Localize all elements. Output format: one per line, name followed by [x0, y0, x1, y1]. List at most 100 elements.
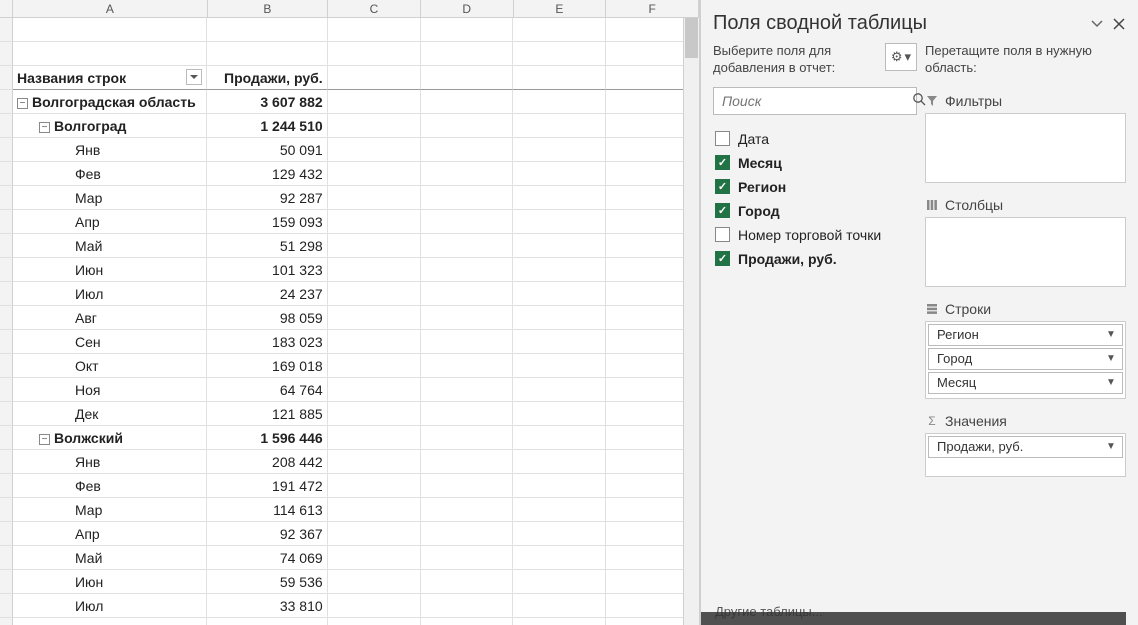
cell[interactable] [328, 474, 421, 498]
cell[interactable] [513, 18, 606, 42]
cell[interactable]: Фев [13, 474, 207, 498]
cell[interactable] [421, 474, 514, 498]
cell[interactable]: −Волгоград [13, 114, 207, 138]
field-checkbox[interactable] [715, 203, 730, 218]
cell[interactable] [328, 42, 421, 66]
cell[interactable]: Июл [13, 282, 207, 306]
cell[interactable]: Апр [13, 210, 207, 234]
field-item[interactable]: Город [713, 199, 917, 223]
cell[interactable] [513, 426, 606, 450]
vertical-scrollbar[interactable] [683, 18, 699, 625]
chevron-down-icon[interactable]: ▼ [1104, 329, 1118, 340]
cell[interactable] [421, 306, 514, 330]
cell[interactable] [328, 330, 421, 354]
cell[interactable] [513, 618, 606, 625]
cell[interactable]: 50 091 [207, 138, 327, 162]
cell[interactable]: Май [13, 546, 207, 570]
cell[interactable] [421, 498, 514, 522]
cell[interactable] [513, 378, 606, 402]
cell[interactable] [513, 186, 606, 210]
cell[interactable]: 183 023 [207, 330, 327, 354]
field-checkbox[interactable] [715, 227, 730, 242]
cell[interactable] [207, 18, 327, 42]
cell[interactable] [421, 546, 514, 570]
column-header[interactable]: B [208, 0, 329, 18]
cell[interactable]: 1 596 446 [207, 426, 327, 450]
cell[interactable] [421, 426, 514, 450]
cell[interactable]: Апр [13, 522, 207, 546]
cell[interactable] [328, 450, 421, 474]
cell[interactable] [513, 66, 606, 90]
cell[interactable]: 74 069 [207, 546, 327, 570]
row-header[interactable] [0, 522, 13, 546]
cell[interactable] [328, 426, 421, 450]
cell[interactable]: 208 442 [207, 450, 327, 474]
cell[interactable] [328, 258, 421, 282]
field-pill[interactable]: Город▼ [928, 348, 1123, 370]
cell[interactable] [513, 42, 606, 66]
column-header[interactable]: A [13, 0, 208, 18]
cell[interactable] [421, 186, 514, 210]
cell[interactable]: 114 613 [207, 498, 327, 522]
cell[interactable] [328, 402, 421, 426]
cell[interactable] [421, 450, 514, 474]
cell[interactable]: 159 093 [207, 210, 327, 234]
cell[interactable]: Авг [13, 306, 207, 330]
collapse-button[interactable] [1086, 13, 1108, 35]
field-item[interactable]: Регион [713, 175, 917, 199]
cell[interactable]: 121 885 [207, 402, 327, 426]
cell[interactable] [421, 114, 514, 138]
cell[interactable]: −Волжский [13, 426, 207, 450]
row-header[interactable] [0, 426, 13, 450]
cell[interactable] [421, 354, 514, 378]
cell[interactable] [421, 618, 514, 625]
cell[interactable] [328, 210, 421, 234]
cell[interactable] [328, 90, 421, 114]
cell[interactable] [513, 258, 606, 282]
cell[interactable] [513, 450, 606, 474]
cell[interactable] [421, 594, 514, 618]
cell[interactable]: 98 059 [207, 306, 327, 330]
cell[interactable]: 24 237 [207, 282, 327, 306]
field-checkbox[interactable] [715, 155, 730, 170]
row-header[interactable] [0, 282, 13, 306]
cell[interactable] [421, 162, 514, 186]
cell[interactable] [328, 18, 421, 42]
collapse-button[interactable]: − [17, 98, 28, 109]
cell[interactable] [421, 330, 514, 354]
row-header[interactable] [0, 402, 13, 426]
cell[interactable]: Продажи, руб. [207, 66, 327, 90]
cell[interactable]: 64 764 [207, 378, 327, 402]
cell[interactable] [421, 258, 514, 282]
row-header[interactable] [0, 330, 13, 354]
cell[interactable] [513, 114, 606, 138]
cell[interactable]: 1 244 510 [207, 114, 327, 138]
row-header[interactable] [0, 546, 13, 570]
cell[interactable]: Окт [13, 354, 207, 378]
cell[interactable]: 92 367 [207, 522, 327, 546]
row-header[interactable] [0, 42, 13, 66]
cell[interactable] [328, 618, 421, 625]
cell[interactable] [421, 378, 514, 402]
cell[interactable] [513, 498, 606, 522]
scrollbar-thumb[interactable] [685, 18, 698, 58]
cell[interactable]: 92 287 [207, 186, 327, 210]
defer-layout-bar[interactable] [701, 612, 1126, 625]
cell[interactable]: Июн [13, 570, 207, 594]
cell[interactable]: Июл [13, 594, 207, 618]
cell[interactable] [513, 522, 606, 546]
close-button[interactable] [1108, 13, 1130, 35]
cell[interactable] [328, 498, 421, 522]
field-checkbox[interactable] [715, 131, 730, 146]
spreadsheet-grid[interactable]: A B C D E F Названия строкПродажи, руб.−… [0, 0, 700, 625]
row-header[interactable] [0, 618, 13, 625]
field-list-settings-button[interactable]: ⚙ ▾ [885, 43, 917, 71]
cell[interactable]: Фев [13, 162, 207, 186]
row-header[interactable] [0, 18, 13, 42]
cell[interactable] [13, 42, 207, 66]
chevron-down-icon[interactable]: ▼ [1104, 353, 1118, 364]
row-header[interactable] [0, 354, 13, 378]
cell[interactable]: 51 945 [207, 618, 327, 625]
cell[interactable] [421, 402, 514, 426]
row-header[interactable] [0, 162, 13, 186]
